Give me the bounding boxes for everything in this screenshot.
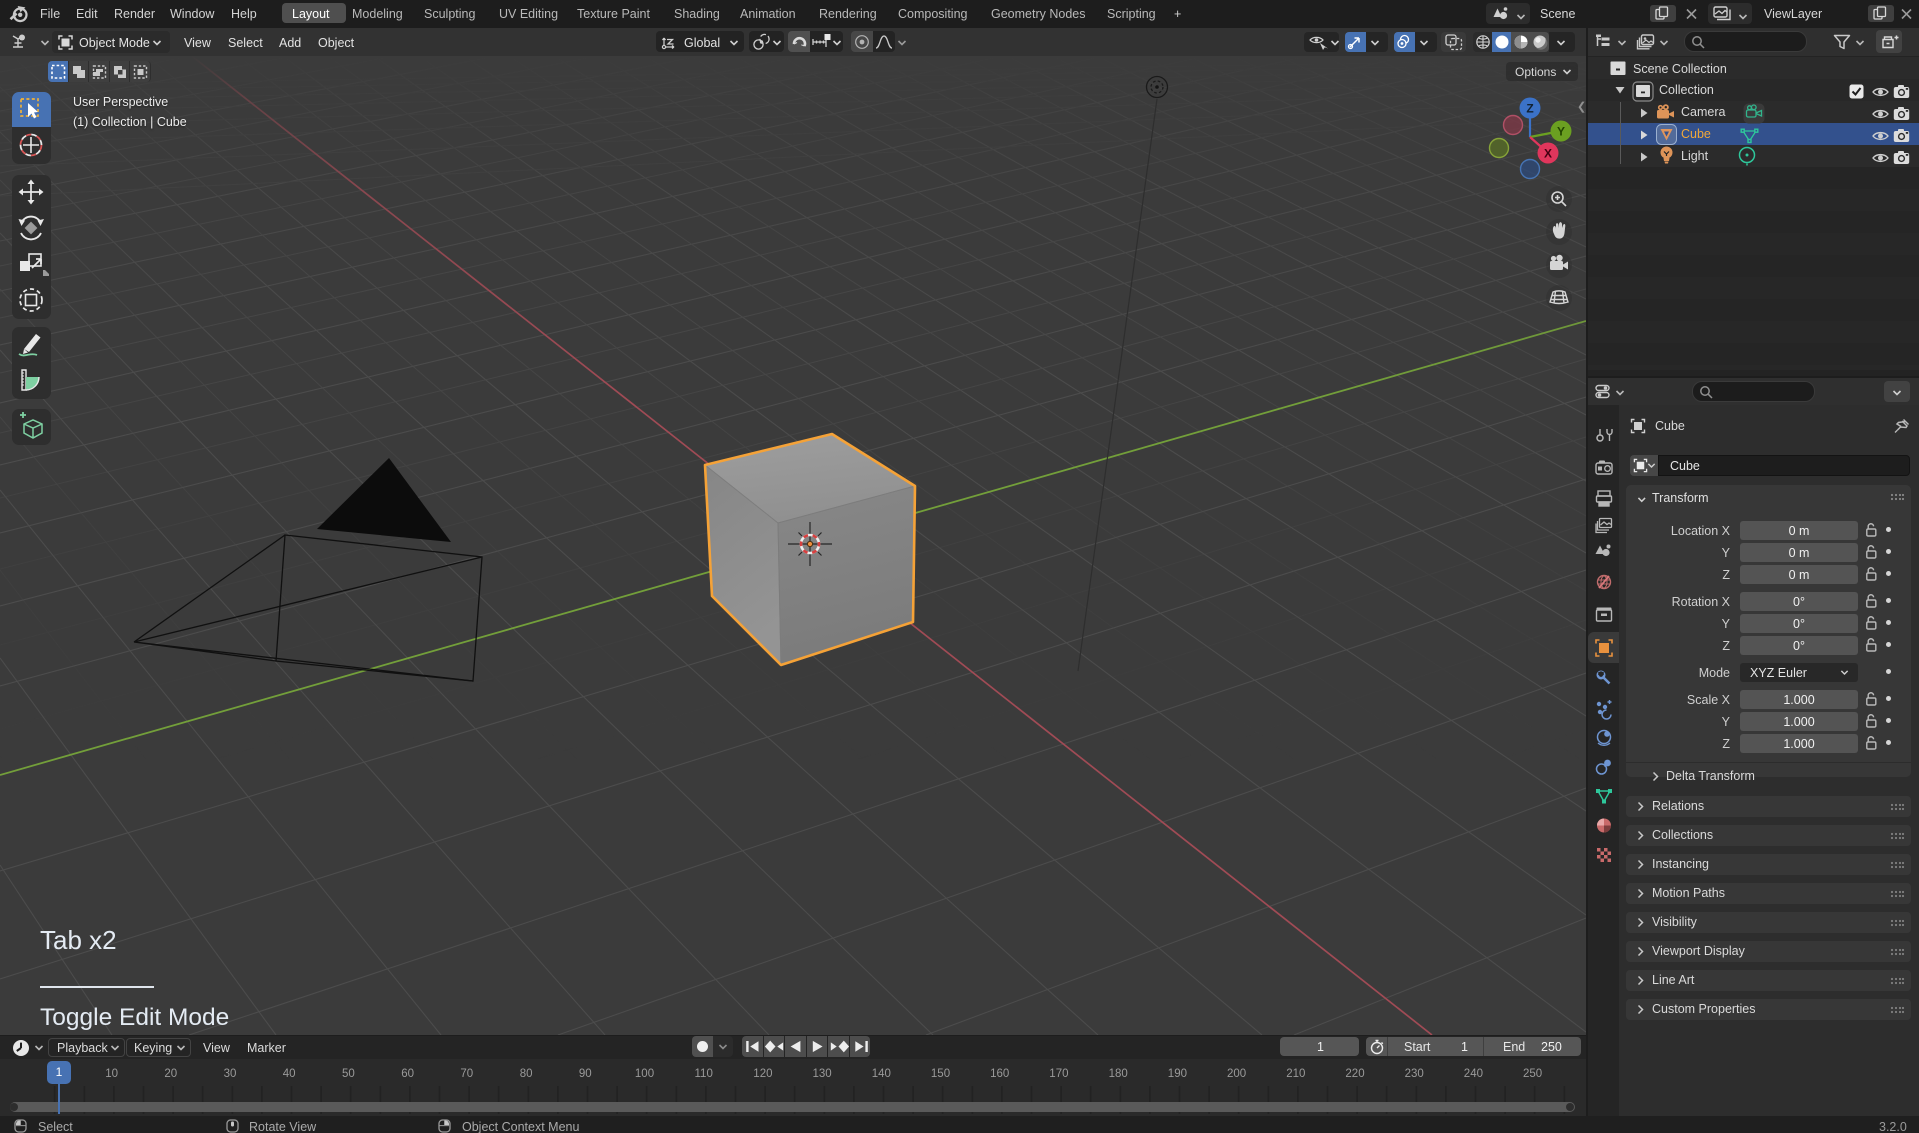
svg-text:X: X — [1544, 147, 1552, 161]
svg-text:Z: Z — [1526, 102, 1533, 116]
svg-text:Y: Y — [1557, 125, 1565, 139]
